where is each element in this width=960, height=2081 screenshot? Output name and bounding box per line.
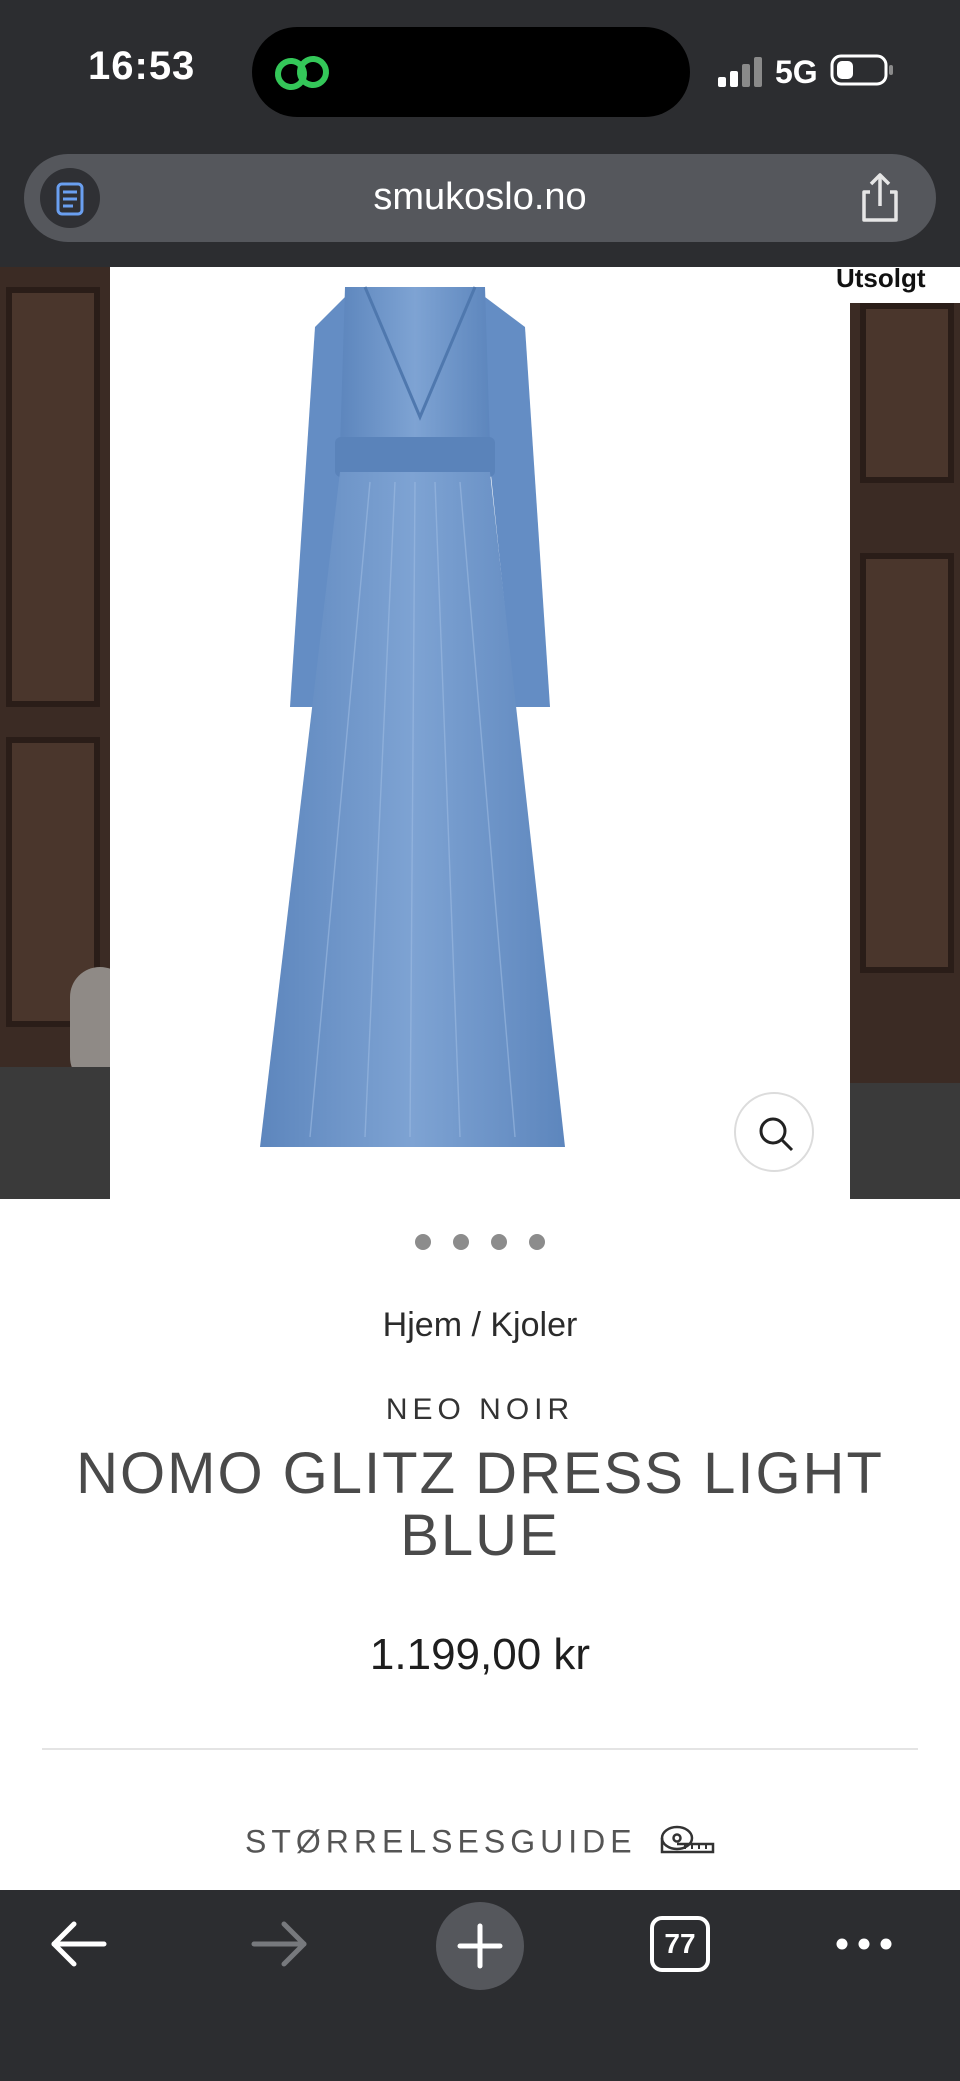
- new-tab-button[interactable]: [436, 1902, 524, 1990]
- sold-out-label: Utsolgt: [836, 267, 926, 293]
- back-button[interactable]: [28, 1890, 128, 2000]
- forward-icon: [251, 1921, 307, 1967]
- product-title: NOMO GLITZ DRESS LIGHT BLUE: [76, 1441, 884, 1568]
- dress-image: [260, 286, 565, 1147]
- breadcrumb-home-link[interactable]: Hjem: [383, 1306, 462, 1345]
- product-price: 1.199,00 kr: [369, 1630, 591, 1679]
- status-bar: 16:53 5G: [0, 0, 960, 140]
- network-type: 5G: [775, 54, 818, 90]
- address-bar[interactable]: smukoslo.no: [24, 154, 936, 242]
- battery-icon: [830, 54, 893, 86]
- product-image-carousel[interactable]: Utsolgt: [0, 267, 960, 1199]
- more-button[interactable]: [814, 1890, 914, 2000]
- signal-icon: [718, 57, 762, 87]
- back-icon: [51, 1921, 107, 1967]
- link-icon: [275, 56, 329, 90]
- breadcrumb: Hjem / Kjoler: [0, 1306, 960, 1345]
- share-icon[interactable]: [850, 168, 910, 228]
- carousel-dot[interactable]: [453, 1234, 469, 1250]
- size-guide-label: STØRRELSESGUIDE: [245, 1823, 637, 1860]
- zoom-button[interactable]: [734, 1092, 814, 1172]
- status-time: 16:53: [88, 44, 196, 88]
- product-image[interactable]: [110, 267, 850, 1199]
- more-icon: [836, 1938, 892, 1950]
- dynamic-island: [252, 27, 690, 117]
- breadcrumb-category-link[interactable]: Kjoler: [490, 1306, 577, 1345]
- size-guide-link[interactable]: STØRRELSESGUIDE: [0, 1822, 960, 1862]
- tabs-button[interactable]: 77: [650, 1916, 710, 1972]
- search-icon: [759, 1117, 794, 1152]
- breadcrumb-separator: /: [471, 1306, 481, 1344]
- forward-button[interactable]: [230, 1890, 330, 2000]
- previous-slide-image[interactable]: [0, 267, 130, 1199]
- carousel-pagination: [0, 1234, 960, 1254]
- carousel-dot[interactable]: [491, 1234, 507, 1250]
- carousel-dot[interactable]: [415, 1234, 431, 1250]
- product-brand[interactable]: NEO NOIR: [0, 1393, 960, 1427]
- measuring-tape-icon: [660, 1825, 715, 1854]
- browser-toolbar: 77: [0, 1890, 960, 2081]
- browser-address-area: smukoslo.no: [0, 140, 960, 267]
- next-slide-image[interactable]: [850, 303, 960, 1199]
- divider: [42, 1748, 918, 1750]
- url-text[interactable]: smukoslo.no: [24, 176, 936, 219]
- plus-icon: [457, 1923, 503, 1969]
- carousel-dot[interactable]: [529, 1234, 545, 1250]
